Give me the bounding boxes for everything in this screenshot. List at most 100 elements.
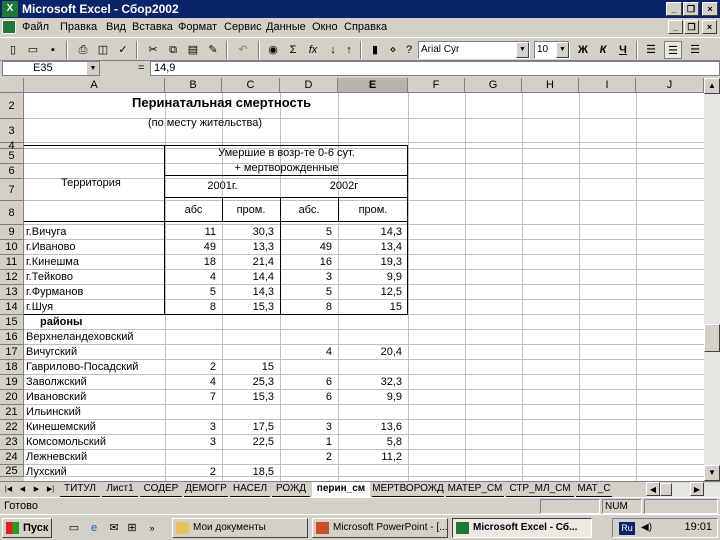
territory-name[interactable]: г.Вичуга (26, 226, 66, 239)
menu-insert[interactable]: Вставка (132, 21, 173, 33)
menu-format[interactable]: Формат (178, 21, 217, 33)
row-header[interactable]: 10 (0, 240, 24, 255)
territory-name[interactable]: г.Шуя (26, 301, 53, 314)
formula-equals-sign[interactable]: = (138, 62, 144, 74)
cell-c[interactable]: 14,4 (222, 271, 274, 284)
column-header-e[interactable]: E (338, 78, 408, 93)
underline-icon[interactable]: Ч (614, 41, 632, 59)
cell-d[interactable]: 3 (280, 421, 332, 434)
row-header[interactable]: 12 (0, 270, 24, 285)
column-header-i[interactable]: I (579, 78, 636, 93)
row-header[interactable]: 19 (0, 375, 24, 390)
bold-icon[interactable]: Ж (574, 41, 592, 59)
spelling-icon[interactable]: ✓ (114, 41, 132, 59)
row-header[interactable]: 9 (0, 225, 24, 240)
name-box[interactable]: E35 ▼ (2, 61, 100, 76)
cell-d[interactable]: 5 (280, 226, 332, 239)
cell-b[interactable]: 11 (165, 226, 216, 239)
row-header[interactable]: 18 (0, 360, 24, 375)
territory-name[interactable]: Верхнеландеховский (26, 331, 134, 344)
close-button[interactable]: × (702, 2, 718, 16)
internet-explorer-icon[interactable]: e (86, 521, 102, 535)
territory-name[interactable]: г.Фурманов (26, 286, 83, 299)
workbook-icon[interactable] (2, 20, 16, 34)
column-header-a[interactable]: A (24, 78, 165, 93)
workbook-minimize-button[interactable]: _ (668, 20, 683, 34)
cell-b[interactable]: 4 (165, 376, 216, 389)
print-icon[interactable]: ⎙ (74, 41, 92, 59)
row-header[interactable]: 22 (0, 420, 24, 435)
undo-icon[interactable]: ↶ (234, 41, 252, 59)
sheet-tab[interactable]: ТИТУЛ (60, 482, 100, 497)
row-header[interactable]: 21 (0, 405, 24, 420)
territory-name[interactable]: Лухский (26, 466, 67, 479)
column-header-j[interactable]: J (636, 78, 704, 93)
show-desktop-icon[interactable]: ▭ (66, 521, 82, 535)
help-icon[interactable]: ? (400, 41, 418, 59)
format-painter-icon[interactable]: ✎ (204, 41, 222, 59)
row-header[interactable]: 14 (0, 300, 24, 315)
cell-b[interactable]: 3 (165, 436, 216, 449)
cell-d[interactable]: 1 (280, 436, 332, 449)
paste-icon[interactable]: ▤ (184, 41, 202, 59)
outlook-icon[interactable]: ✉ (106, 521, 122, 535)
cell-e[interactable]: 12,5 (338, 286, 402, 299)
scroll-left-icon[interactable]: ◀ (646, 482, 660, 496)
cell-b[interactable]: 4 (165, 271, 216, 284)
column-header-c[interactable]: C (222, 78, 280, 93)
menu-window[interactable]: Окно (312, 21, 338, 33)
new-icon[interactable]: ▯ (4, 41, 22, 59)
territory-name[interactable]: Кинешемский (26, 421, 96, 434)
sheet-tab[interactable]: ДЕМОГР (184, 482, 228, 497)
column-header-g[interactable]: G (465, 78, 522, 93)
chart-wizard-icon[interactable]: ▮ (366, 41, 384, 59)
chevron-down-icon[interactable]: ▼ (516, 42, 529, 58)
column-header-b[interactable]: B (165, 78, 222, 93)
sheet-tab[interactable]: СОДЕР (140, 482, 182, 497)
cell-c[interactable]: 30,3 (222, 226, 274, 239)
menu-file[interactable]: Файл (22, 21, 49, 33)
column-header-h[interactable]: H (522, 78, 579, 93)
hyperlink-icon[interactable]: ◉ (264, 41, 282, 59)
cell-d[interactable]: 5 (280, 286, 332, 299)
workbook-close-button[interactable]: × (702, 20, 717, 34)
next-sheet-icon[interactable]: ▶ (30, 483, 43, 496)
territory-name[interactable]: Комсомольский (26, 436, 106, 449)
cell-b[interactable]: 2 (165, 361, 216, 374)
tray-volume-icon[interactable]: ◀) (641, 522, 652, 533)
cell-e[interactable]: 14,3 (338, 226, 402, 239)
territory-name[interactable]: Ильинский (26, 406, 81, 419)
cell-e[interactable]: 11,2 (338, 451, 402, 464)
cell-c[interactable]: 22,5 (222, 436, 274, 449)
territory-name[interactable]: Заволжский (26, 376, 87, 389)
cell-d[interactable]: 4 (280, 346, 332, 359)
open-icon[interactable]: ▭ (24, 41, 42, 59)
start-button[interactable]: Пуск (2, 518, 52, 538)
row-header[interactable]: 16 (0, 330, 24, 345)
cell-b[interactable]: 8 (165, 301, 216, 314)
cell-b[interactable]: 7 (165, 391, 216, 404)
align-right-icon[interactable]: ☰ (686, 41, 704, 59)
copy-icon[interactable]: ⧉ (164, 41, 182, 59)
quick-launch-icon[interactable]: ⊞ (124, 521, 140, 535)
row-header[interactable]: 15 (0, 315, 24, 330)
row-header[interactable]: 13 (0, 285, 24, 300)
horizontal-scrollbar[interactable]: ◀ ▶ (646, 482, 720, 497)
cut-icon[interactable]: ✂ (144, 41, 162, 59)
sheet-tab[interactable]: Лист1 (102, 482, 138, 497)
cell-d[interactable]: 6 (280, 376, 332, 389)
cell-d[interactable]: 2 (280, 451, 332, 464)
autosum-icon[interactable]: Σ (284, 41, 302, 59)
row-header[interactable]: 25 (0, 465, 24, 477)
cell-c[interactable]: 25,3 (222, 376, 274, 389)
cell-c[interactable]: 18,5 (222, 466, 274, 479)
formula-input[interactable]: 14,9 (150, 61, 720, 76)
sheet-tab[interactable]: перин_см (312, 482, 370, 497)
cell-e[interactable]: 15 (338, 301, 402, 314)
workbook-restore-button[interactable]: ❐ (684, 20, 699, 34)
row-header[interactable]: 20 (0, 390, 24, 405)
territory-name[interactable]: районы (40, 316, 82, 329)
cell-d[interactable]: 3 (280, 271, 332, 284)
italic-icon[interactable]: К (594, 41, 612, 59)
row-header[interactable]: 17 (0, 345, 24, 360)
